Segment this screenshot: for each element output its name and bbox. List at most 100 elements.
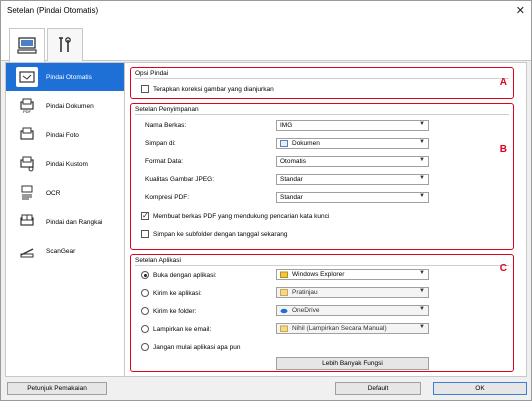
checkbox-label: Membuat berkas PDF yang mendukung pencar… (153, 212, 330, 220)
send-to-folder-select[interactable]: OneDrive ▼ (276, 305, 429, 316)
sidebar-item-label: Pindai dan Rangkai (46, 218, 103, 226)
document-scan-icon: PDF (16, 96, 38, 116)
sidebar-item-ocr[interactable]: OCR (6, 179, 124, 207)
chevron-down-icon[interactable]: ▼ (419, 175, 425, 181)
send-to-folder-radio[interactable]: Kirim ke folder: (141, 307, 196, 315)
divider (135, 114, 509, 115)
sidebar-item-label: Pindai Foto (46, 131, 79, 139)
chevron-down-icon[interactable]: ▼ (419, 193, 425, 199)
jpeg-quality-value: Standar (280, 176, 303, 183)
ok-button[interactable]: OK (433, 382, 527, 395)
application-settings-group: Setelan Aplikasi C Buka dengan aplikasi:… (130, 254, 514, 372)
open-with-app-select[interactable]: Windows Explorer ▼ (276, 269, 429, 280)
defaults-button[interactable]: Default (335, 382, 421, 395)
window-title: Setelan (Pindai Otomatis) (7, 6, 99, 15)
chevron-down-icon[interactable]: ▼ (419, 139, 425, 145)
data-format-value: Otomatis (280, 158, 307, 165)
open-with-app-value: Windows Explorer (292, 271, 345, 278)
divider (135, 78, 509, 79)
radio[interactable] (141, 343, 149, 351)
sidebar-item-pindai-otomatis[interactable]: Pindai Otomatis (6, 63, 124, 91)
attach-to-email-radio[interactable]: Lampirkan ke email: (141, 325, 211, 333)
chevron-down-icon[interactable]: ▼ (419, 121, 425, 127)
checkbox[interactable] (141, 211, 149, 220)
more-functions-button[interactable]: Lebih Banyak Fungsi (276, 357, 429, 370)
sidebar-item-scangear[interactable]: ScanGear (6, 237, 124, 265)
documents-folder-icon (280, 140, 288, 147)
section-badge: C (499, 263, 507, 274)
section-badge: A (499, 77, 507, 88)
tools-icon (59, 37, 71, 52)
chevron-down-icon[interactable]: ▼ (419, 270, 425, 276)
chevron-down-icon[interactable]: ▼ (419, 324, 425, 330)
sidebar-item-label: Pindai Kustom (46, 160, 88, 168)
ocr-icon (16, 183, 38, 203)
group-title: Setelan Penyimpanan (135, 106, 199, 113)
file-name-input[interactable]: IMG ▼ (276, 120, 429, 131)
save-settings-group: Setelan Penyimpanan B Nama Berkas: IMG ▼… (130, 103, 514, 250)
pdf-compression-value: Standar (280, 194, 303, 201)
do-not-start-app-radio[interactable]: Jangan mulai aplikasi apa pun (141, 343, 240, 351)
pdf-compression-label: Kompresi PDF: (145, 194, 190, 201)
divider (135, 265, 509, 266)
sidebar-item-pindai-dan-rangkai[interactable]: Pindai dan Rangkai (6, 208, 124, 236)
section-badge: B (499, 144, 507, 155)
sidebar-item-label: OCR (46, 189, 61, 197)
send-to-app-radio[interactable]: Kirim ke aplikasi: (141, 289, 202, 297)
radio[interactable] (141, 307, 149, 315)
sidebar-item-pindai-kustom[interactable]: Pindai Kustom (6, 150, 124, 178)
keyword-search-pdf-checkbox[interactable]: Membuat berkas PDF yang mendukung pencar… (141, 211, 330, 220)
open-with-app-radio[interactable]: Buka dengan aplikasi: (141, 271, 217, 279)
date-subfolder-checkbox[interactable]: Simpan ke subfolder dengan tanggal sekar… (141, 230, 287, 238)
group-title: Opsi Pindai (135, 70, 169, 77)
tab-general-settings[interactable] (47, 28, 83, 61)
attach-to-email-value: Nihil (Lampirkan Secara Manual) (292, 325, 387, 332)
sidebar-item-label: Pindai Dokumen (46, 102, 94, 110)
radio-label: Kirim ke aplikasi: (153, 289, 202, 297)
checkbox-label: Simpan ke subfolder dengan tanggal sekar… (153, 230, 288, 238)
sidebar-item-pindai-foto[interactable]: Pindai Foto (6, 121, 124, 149)
radio[interactable] (141, 325, 149, 333)
checkbox-label: Terapkan koreksi gambar yang dianjurkan (153, 85, 274, 93)
preview-icon (280, 289, 288, 296)
save-in-select[interactable]: Dokumen ▼ (276, 138, 429, 149)
close-icon[interactable]: ✕ (516, 4, 525, 17)
sidebar-item-label: ScanGear (46, 247, 76, 255)
send-to-folder-value: OneDrive (292, 307, 320, 314)
auto-scan-icon (16, 67, 38, 87)
title-bar: Setelan (Pindai Otomatis) ✕ (1, 1, 531, 21)
sidebar: Pindai Otomatis PDF Pindai Dokumen Pinda… (5, 62, 125, 377)
computer-icon (17, 36, 37, 54)
scan-and-stitch-icon (16, 212, 38, 232)
save-in-label: Simpan di: (145, 140, 176, 147)
chevron-down-icon[interactable]: ▼ (419, 288, 425, 294)
photo-scan-icon (16, 125, 38, 145)
data-format-label: Format Data: (145, 158, 183, 165)
pdf-compression-select[interactable]: Standar ▼ (276, 192, 429, 203)
attach-to-email-select[interactable]: Nihil (Lampirkan Secara Manual) ▼ (276, 323, 429, 334)
group-title: Setelan Aplikasi (135, 257, 181, 264)
tab-scan-from-computer[interactable] (9, 28, 45, 62)
svg-text:PDF: PDF (23, 109, 32, 114)
radio[interactable] (141, 289, 149, 297)
sidebar-item-label: Pindai Otomatis (46, 73, 92, 81)
radio[interactable] (141, 271, 149, 279)
chevron-down-icon[interactable]: ▼ (419, 306, 425, 312)
onedrive-icon (280, 308, 288, 314)
scan-options-group: Opsi Pindai A Terapkan koreksi gambar ya… (130, 67, 514, 99)
settings-panel: Opsi Pindai A Terapkan koreksi gambar ya… (125, 62, 527, 377)
radio-label: Buka dengan aplikasi: (153, 271, 217, 279)
instructions-button[interactable]: Petunjuk Pemakaian (7, 382, 107, 395)
checkbox[interactable] (141, 230, 149, 238)
data-format-select[interactable]: Otomatis ▼ (276, 156, 429, 167)
send-to-app-value: Pratinjau (292, 289, 318, 296)
checkbox[interactable] (141, 85, 149, 93)
chevron-down-icon[interactable]: ▼ (419, 157, 425, 163)
radio-label: Jangan mulai aplikasi apa pun (153, 343, 241, 351)
send-to-app-select[interactable]: Pratinjau ▼ (276, 287, 429, 298)
radio-label: Lampirkan ke email: (153, 325, 212, 333)
save-in-value: Dokumen (292, 140, 320, 147)
jpeg-quality-select[interactable]: Standar ▼ (276, 174, 429, 185)
sidebar-item-pindai-dokumen[interactable]: PDF Pindai Dokumen (6, 92, 124, 120)
recommended-correction-checkbox[interactable]: Terapkan koreksi gambar yang dianjurkan (141, 85, 274, 93)
